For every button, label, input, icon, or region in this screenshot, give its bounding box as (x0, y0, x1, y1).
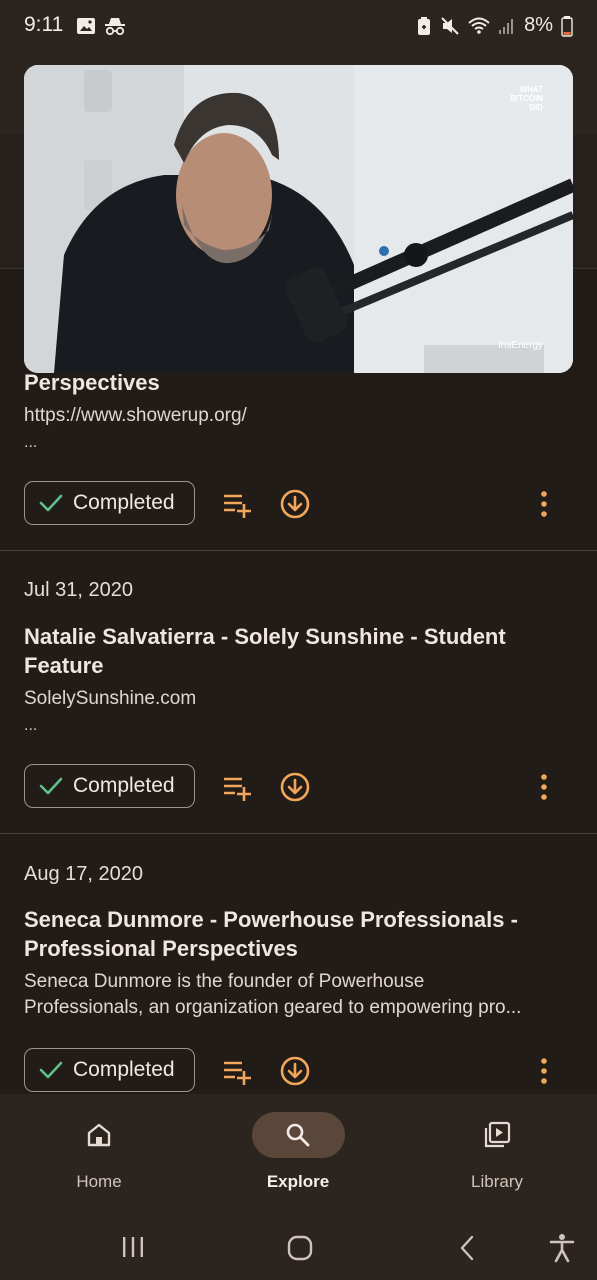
episode-ellipsis: ... (24, 717, 38, 734)
library-icon (484, 1121, 511, 1148)
completed-label: Completed (73, 1058, 175, 1081)
more-options-icon[interactable] (528, 771, 560, 803)
add-to-queue-icon[interactable] (222, 771, 254, 803)
nav-library[interactable]: Library (437, 1112, 557, 1192)
nav-home[interactable]: Home (39, 1112, 159, 1192)
battery-saver-icon (418, 16, 431, 35)
search-icon (286, 1123, 310, 1147)
video-frame (24, 65, 573, 373)
video-watermark: WHAT BITCOIN DID (510, 85, 543, 112)
image-icon (77, 18, 95, 34)
more-options-icon[interactable] (528, 488, 560, 520)
check-icon (39, 777, 63, 795)
episode-date: Jul 31, 2020 (24, 579, 133, 601)
download-icon[interactable] (279, 488, 311, 520)
nav-explore[interactable]: Explore (238, 1112, 358, 1192)
nav-explore-label: Explore (266, 1172, 330, 1191)
divider (0, 833, 597, 834)
status-bar: 9:11 8% (0, 0, 597, 54)
back-icon[interactable] (455, 1234, 479, 1262)
add-to-queue-icon[interactable] (222, 1055, 254, 1087)
episode-title: Perspectives (24, 370, 160, 395)
video-player[interactable]: WHAT BITCOIN DID IrisEnergy (24, 65, 573, 373)
episode-date: Aug 17, 2020 (24, 863, 143, 885)
divider (0, 550, 597, 551)
battery-percent: 8% (524, 14, 553, 36)
home-icon (87, 1123, 111, 1147)
download-icon[interactable] (279, 771, 311, 803)
episode-title: Natalie Salvatierra - Solely Sunshine - … (24, 624, 506, 678)
system-nav-bar (0, 1204, 597, 1280)
add-to-queue-icon[interactable] (222, 488, 254, 520)
episode-description-line-2: Professionals, an organization geared to… (24, 997, 522, 1018)
check-icon (39, 1061, 63, 1079)
completed-button[interactable]: Completed (24, 764, 195, 808)
completed-button[interactable]: Completed (24, 481, 195, 525)
episode-description: https://www.showerup.org/ (24, 405, 247, 426)
incognito-icon (105, 18, 125, 36)
recent-apps-icon[interactable] (120, 1235, 146, 1259)
signal-icon (499, 18, 514, 34)
completed-label: Completed (73, 491, 175, 514)
bottom-nav: Home Explore Library (0, 1094, 597, 1204)
download-icon[interactable] (279, 1055, 311, 1087)
episode-title: Seneca Dunmore - Powerhouse Professional… (24, 907, 518, 961)
home-button-icon[interactable] (286, 1234, 314, 1262)
episode-ellipsis: ... (24, 434, 38, 451)
battery-icon (561, 15, 573, 37)
accessibility-icon[interactable] (548, 1233, 576, 1263)
nav-library-label: Library (471, 1172, 523, 1191)
more-options-icon[interactable] (528, 1055, 560, 1087)
wifi-icon (468, 17, 490, 34)
nav-home-label: Home (76, 1172, 122, 1191)
episode-description: SolelySunshine.com (24, 688, 197, 709)
check-icon (39, 494, 63, 512)
completed-button[interactable]: Completed (24, 1048, 195, 1092)
episode-description-line-1: Seneca Dunmore is the founder of Powerho… (24, 971, 425, 992)
completed-label: Completed (73, 774, 175, 797)
mute-icon (441, 16, 459, 35)
video-sponsor-logo: IrisEnergy (497, 340, 543, 351)
status-time: 9:11 (24, 13, 64, 36)
